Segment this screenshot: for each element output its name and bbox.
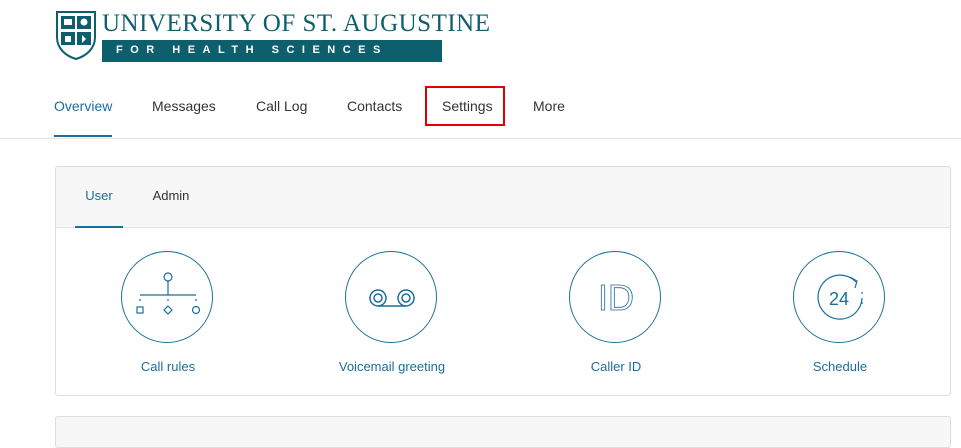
call-rules-label: Call rules xyxy=(140,359,196,374)
university-tagline: FOR HEALTH SCIENCES xyxy=(116,44,388,56)
schedule-icon-text: 24 xyxy=(829,289,849,309)
nav-overview[interactable]: Overview xyxy=(54,86,113,137)
caller-id-tile[interactable]: ID Caller ID xyxy=(536,251,696,381)
nav-contacts[interactable]: Contacts xyxy=(347,86,402,137)
voicemail-greeting-tile[interactable]: Voicemail greeting xyxy=(312,251,472,381)
call-rules-icon xyxy=(121,251,213,343)
caller-id-label: Caller ID xyxy=(590,359,642,374)
voicemail-greeting-label: Voicemail greeting xyxy=(338,359,446,374)
schedule-tile[interactable]: 24 Schedule xyxy=(760,251,920,381)
schedule-24-icon: 24 xyxy=(793,251,885,343)
tagline-bar: FOR HEALTH SCIENCES xyxy=(102,40,442,62)
nav-messages[interactable]: Messages xyxy=(152,86,216,137)
shield-crest-icon xyxy=(56,11,96,61)
secondary-panel xyxy=(55,416,951,448)
voicemail-icon xyxy=(345,251,437,343)
settings-highlight-box xyxy=(425,86,505,126)
schedule-label: Schedule xyxy=(812,359,868,374)
tab-user[interactable]: User xyxy=(75,167,123,228)
tab-admin[interactable]: Admin xyxy=(148,167,194,227)
caller-id-icon: ID xyxy=(569,251,661,343)
nav-call-log[interactable]: Call Log xyxy=(256,86,307,137)
settings-panel: User Admin Call rules Voicemail greeting… xyxy=(55,166,951,396)
call-rules-tile[interactable]: Call rules xyxy=(88,251,248,381)
settings-tabs: User Admin xyxy=(56,167,950,228)
university-logo[interactable]: UNIVERSITY OF ST. AUGUSTINE FOR HEALTH S… xyxy=(54,9,490,65)
nav-more[interactable]: More xyxy=(533,86,565,137)
university-name: UNIVERSITY OF ST. AUGUSTINE xyxy=(102,10,491,37)
caller-id-icon-text: ID xyxy=(598,277,634,318)
